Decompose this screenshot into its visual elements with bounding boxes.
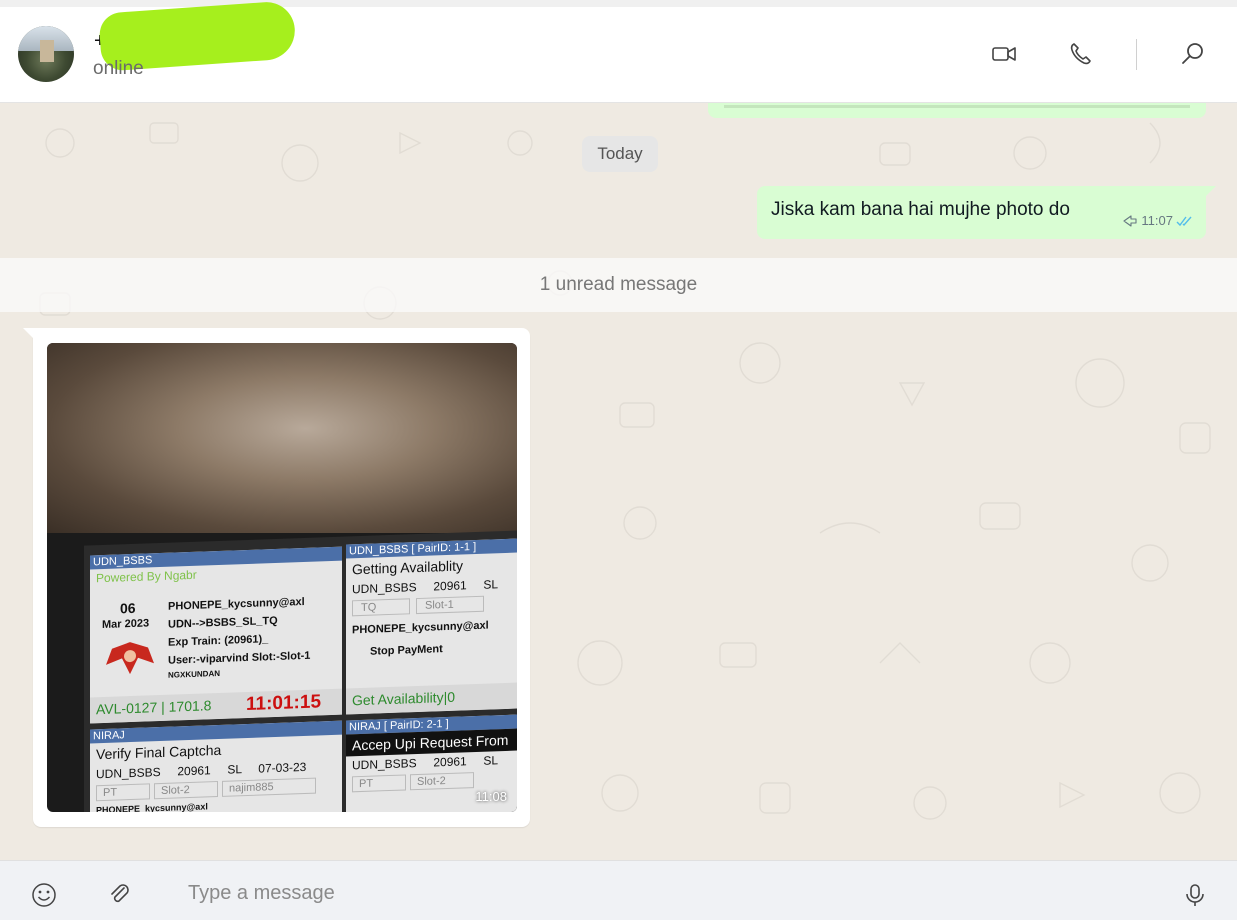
incoming-image-message[interactable]: UDN_BSBS Powered By Ngabr 06 Mar 2023 PH… bbox=[23, 328, 530, 827]
message-text: Jiska kam bana hai mujhe photo do bbox=[771, 199, 1070, 220]
header-divider bbox=[1136, 39, 1137, 70]
shared-photo[interactable]: UDN_BSBS Powered By Ngabr 06 Mar 2023 PH… bbox=[47, 343, 517, 812]
forward-icon bbox=[1123, 214, 1137, 227]
video-call-icon[interactable] bbox=[990, 40, 1018, 68]
date-divider: Today bbox=[582, 136, 658, 172]
contact-status: online bbox=[93, 58, 144, 79]
microphone-icon[interactable] bbox=[1182, 882, 1208, 908]
message-time: 11:07 bbox=[1141, 213, 1173, 228]
eagle-logo-icon bbox=[106, 642, 154, 675]
avatar[interactable] bbox=[18, 26, 74, 82]
photo-panel-3: NIRAJ Verify Final Captcha UDN_BSBS 2096… bbox=[90, 720, 342, 812]
photo-panel-2: UDN_BSBS [ PairID: 1-1 ] Getting Availab… bbox=[346, 538, 517, 715]
attach-icon[interactable] bbox=[107, 882, 133, 908]
chat-header: +9 online bbox=[0, 0, 1237, 103]
message-composer: Type a message bbox=[0, 860, 1237, 920]
unread-label: 1 unread message bbox=[539, 274, 698, 295]
previous-outgoing-bubble bbox=[708, 103, 1206, 118]
read-ticks-icon bbox=[1176, 216, 1192, 226]
image-time: 11:08 bbox=[475, 789, 507, 804]
window-top-strip bbox=[0, 0, 1237, 7]
outgoing-message[interactable]: Jiska kam bana hai mujhe photo do 11:07 bbox=[757, 186, 1216, 239]
search-icon[interactable] bbox=[1179, 40, 1207, 68]
message-input[interactable]: Type a message bbox=[188, 882, 335, 905]
voice-call-icon[interactable] bbox=[1066, 40, 1094, 68]
emoji-icon[interactable] bbox=[31, 882, 57, 908]
message-meta: 11:07 bbox=[1122, 213, 1194, 228]
photo-panel-1: UDN_BSBS Powered By Ngabr 06 Mar 2023 PH… bbox=[90, 546, 342, 724]
chat-area[interactable]: Today Jiska kam bana hai mujhe photo do … bbox=[0, 103, 1237, 860]
photo-laptop-screen: UDN_BSBS Powered By Ngabr 06 Mar 2023 PH… bbox=[84, 530, 517, 812]
unread-divider: 1 unread message bbox=[0, 258, 1237, 312]
